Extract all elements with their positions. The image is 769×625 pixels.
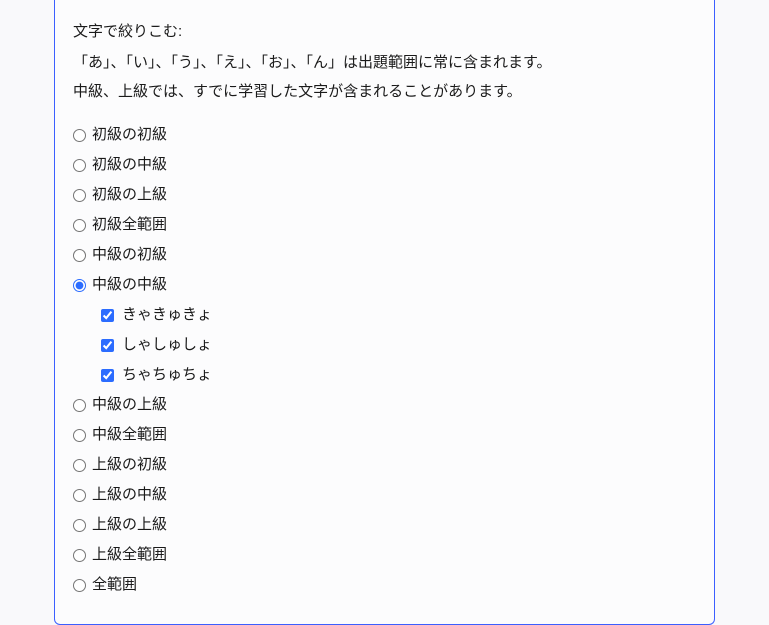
filter-note-line2: 中級、上級では、すでに学習した文字が含まれることがあります。	[73, 83, 522, 100]
radio-row-全範囲[interactable]: 全範囲	[73, 570, 696, 600]
filter-label: 文字で絞りこむ:	[73, 20, 696, 41]
radio-中級の初級[interactable]	[73, 249, 86, 262]
radio-row-上級の中級[interactable]: 上級の中級	[73, 480, 696, 510]
radio-label: 中級の中級	[92, 270, 167, 300]
checkbox-label: ちゃちゅちょ	[120, 360, 212, 390]
radio-row-中級の初級[interactable]: 中級の初級	[73, 240, 696, 270]
radio-row-初級全範囲[interactable]: 初級全範囲	[73, 210, 696, 240]
radio-初級の中級[interactable]	[73, 159, 86, 172]
filter-panel: 文字で絞りこむ: 「あ」、「い」、「う」、「え」、「お」、「ん」は出題範囲に常に…	[54, 0, 715, 625]
checkbox-label: きゃきゅきょ	[120, 300, 212, 330]
radio-row-上級の初級[interactable]: 上級の初級	[73, 450, 696, 480]
radio-全範囲[interactable]	[73, 579, 86, 592]
checkbox-row-ちゃちゅちょ[interactable]: ちゃちゅちょ	[101, 360, 696, 390]
checkbox-ちゃちゅちょ[interactable]	[101, 369, 114, 382]
checkbox-しゃしゅしょ[interactable]	[101, 339, 114, 352]
radio-中級の上級[interactable]	[73, 399, 86, 412]
radio-初級の上級[interactable]	[73, 189, 86, 202]
radio-上級全範囲[interactable]	[73, 549, 86, 562]
checkbox-きゃきゅきょ[interactable]	[101, 309, 114, 322]
checkbox-label: しゃしゅしょ	[120, 330, 212, 360]
radio-row-上級の上級[interactable]: 上級の上級	[73, 510, 696, 540]
radio-row-初級の初級[interactable]: 初級の初級	[73, 120, 696, 150]
radio-row-初級の中級[interactable]: 初級の中級	[73, 150, 696, 180]
radio-label: 上級の上級	[92, 510, 167, 540]
radio-上級の中級[interactable]	[73, 489, 86, 502]
radio-row-上級全範囲[interactable]: 上級全範囲	[73, 540, 696, 570]
radio-row-中級の中級[interactable]: 中級の中級	[73, 270, 696, 300]
radio-初級の初級[interactable]	[73, 129, 86, 142]
radio-label: 全範囲	[92, 570, 137, 600]
radio-label: 上級全範囲	[92, 540, 167, 570]
radio-row-中級の上級[interactable]: 中級の上級	[73, 390, 696, 420]
radio-初級全範囲[interactable]	[73, 219, 86, 232]
radio-label: 初級の初級	[92, 120, 167, 150]
radio-label: 中級の上級	[92, 390, 167, 420]
checkbox-row-きゃきゅきょ[interactable]: きゃきゅきょ	[101, 300, 696, 330]
radio-上級の上級[interactable]	[73, 519, 86, 532]
radio-label: 上級の初級	[92, 450, 167, 480]
filter-note-line1: 「あ」、「い」、「う」、「え」、「お」、「ん」は出題範囲に常に含まれます。	[73, 54, 552, 71]
radio-上級の初級[interactable]	[73, 459, 86, 472]
filter-note: 「あ」、「い」、「う」、「え」、「お」、「ん」は出題範囲に常に含まれます。 中級…	[73, 49, 696, 106]
radio-中級の中級[interactable]	[73, 279, 86, 292]
radio-label: 初級の上級	[92, 180, 167, 210]
radio-row-初級の上級[interactable]: 初級の上級	[73, 180, 696, 210]
radio-label: 初級の中級	[92, 150, 167, 180]
sublist-中級の中級: きゃきゅきょ しゃしゅしょ ちゃちゅちょ	[101, 300, 696, 390]
radio-label: 上級の中級	[92, 480, 167, 510]
radio-row-中級全範囲[interactable]: 中級全範囲	[73, 420, 696, 450]
radio-中級全範囲[interactable]	[73, 429, 86, 442]
radio-label: 中級の初級	[92, 240, 167, 270]
radio-label: 初級全範囲	[92, 210, 167, 240]
checkbox-row-しゃしゅしょ[interactable]: しゃしゅしょ	[101, 330, 696, 360]
radio-label: 中級全範囲	[92, 420, 167, 450]
